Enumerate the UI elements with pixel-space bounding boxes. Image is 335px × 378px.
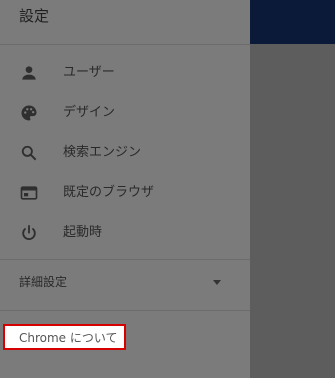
nav-item-default-browser[interactable]: 既定のブラウザ	[0, 173, 250, 213]
about-chrome-link[interactable]: Chrome について	[3, 324, 126, 350]
nav-item-users[interactable]: ユーザー	[0, 53, 250, 93]
about-chrome-label: Chrome について	[19, 331, 118, 345]
advanced-settings-label: 詳細設定	[19, 275, 68, 289]
nav-item-on-startup[interactable]: 起動時	[0, 213, 250, 253]
divider	[0, 44, 250, 45]
nav-item-label: デザイン	[63, 105, 116, 120]
nav-item-search-engine[interactable]: 検索エンジン	[0, 133, 250, 173]
drawer-title: 設定	[19, 7, 50, 25]
nav-item-label: ユーザー	[63, 65, 115, 80]
settings-drawer: 設定 ユーザー デザイン 検索エンジン 既定のブラウザ 起動時 詳細設定 Chr…	[0, 0, 250, 378]
person-icon	[19, 63, 39, 83]
top-app-bar	[250, 0, 335, 44]
divider	[0, 310, 250, 311]
browser-window-icon	[19, 183, 39, 203]
nav-item-label: 起動時	[63, 225, 103, 240]
nav-item-design[interactable]: デザイン	[0, 93, 250, 133]
nav-item-label: 既定のブラウザ	[63, 185, 155, 200]
divider	[0, 259, 250, 260]
palette-icon	[19, 103, 39, 123]
search-icon	[19, 143, 39, 163]
advanced-settings-toggle[interactable]: 詳細設定	[0, 262, 250, 302]
nav-item-label: 検索エンジン	[63, 145, 142, 160]
chevron-down-icon	[213, 280, 221, 285]
settings-page: 設定 ユーザー デザイン 検索エンジン 既定のブラウザ 起動時 詳細設定 Chr…	[0, 0, 335, 378]
power-icon	[19, 223, 39, 243]
